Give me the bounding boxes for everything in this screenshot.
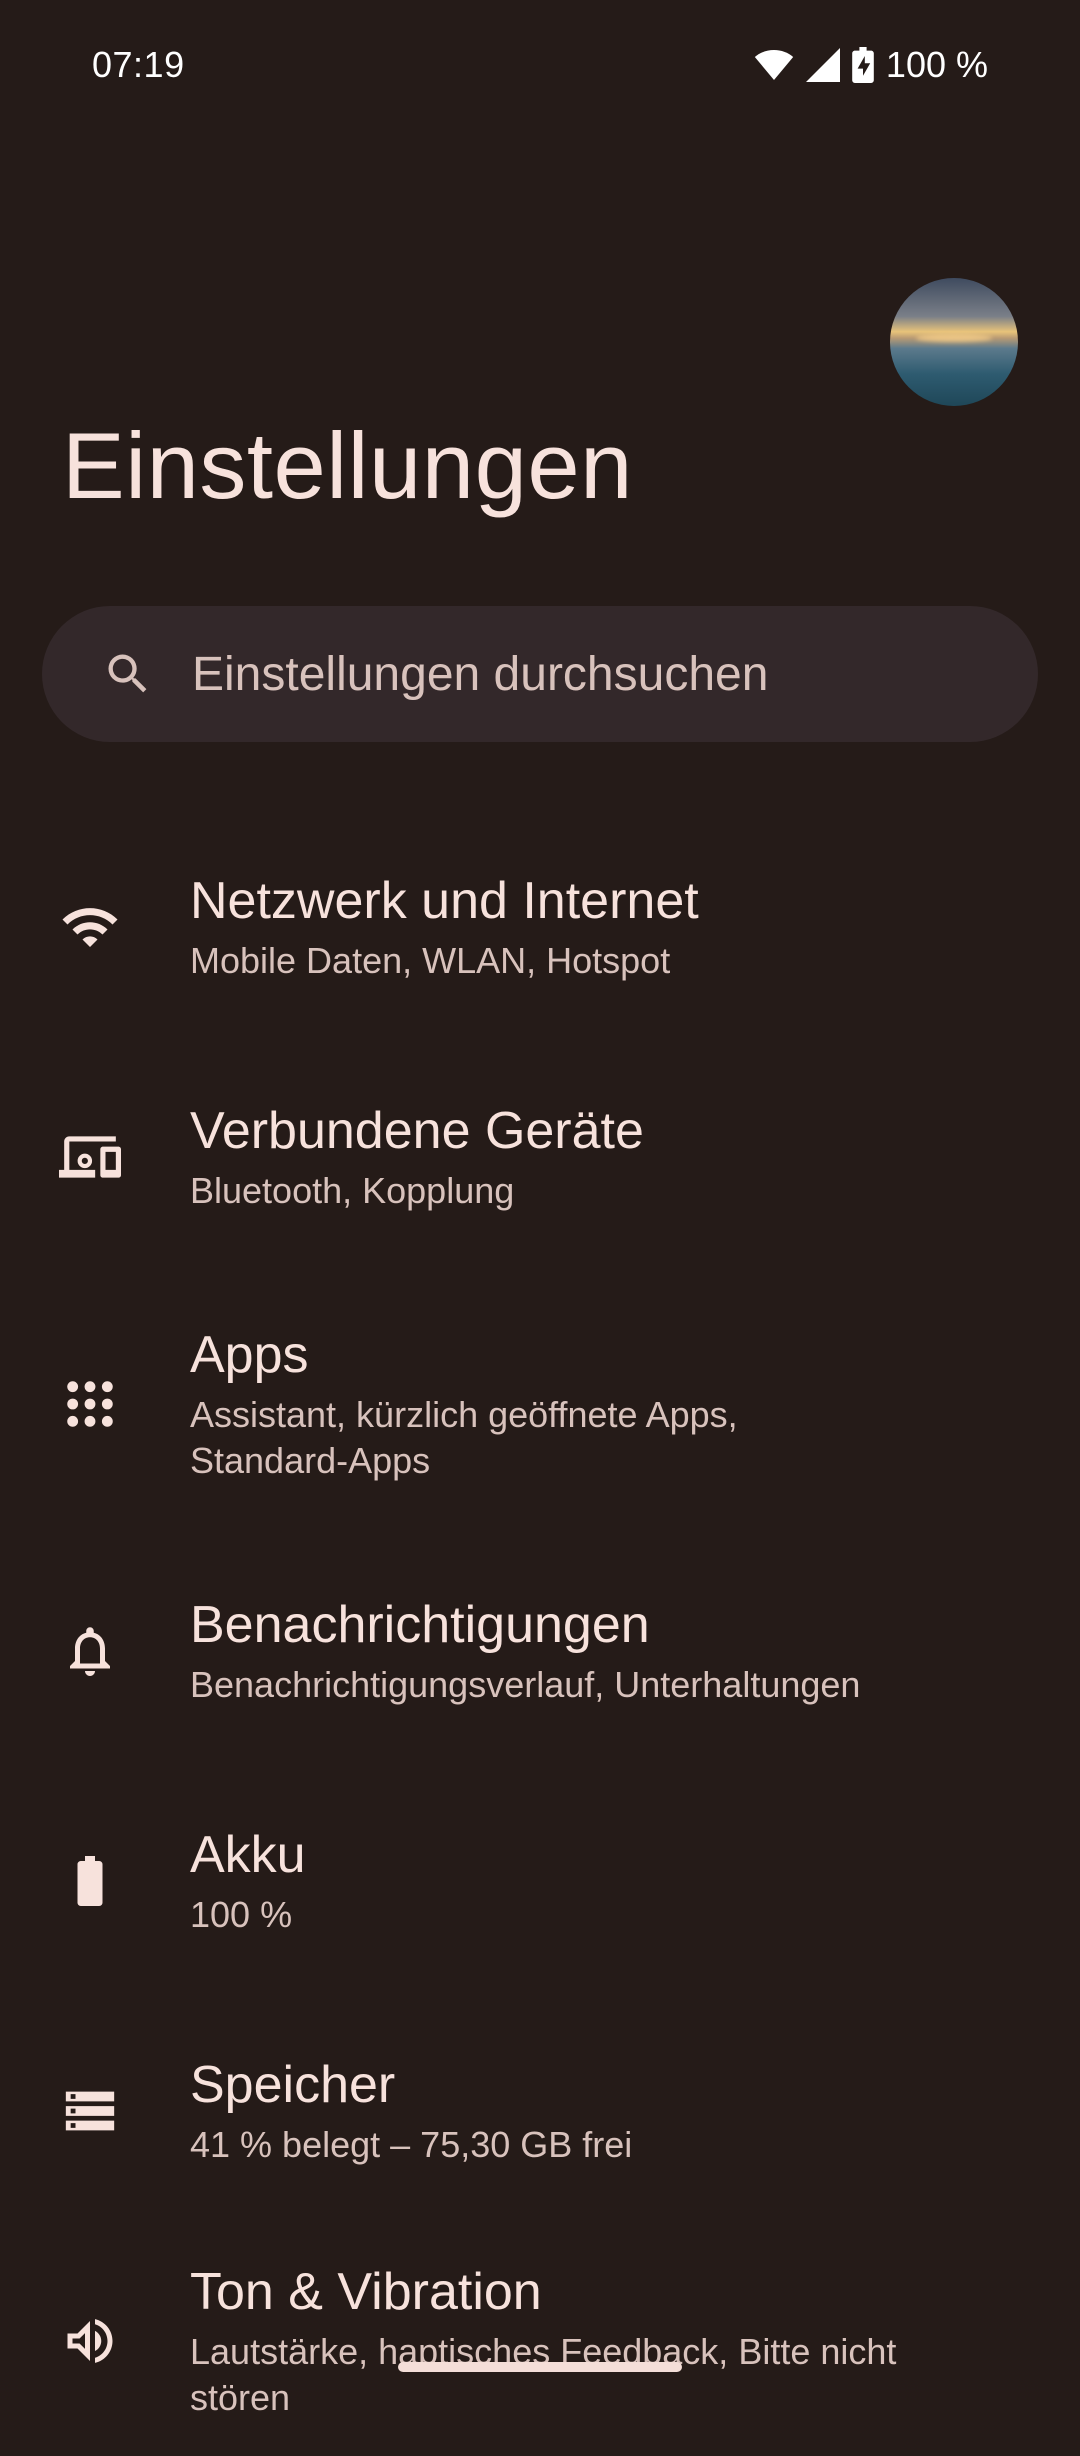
battery-icon bbox=[58, 1849, 122, 1913]
devices-icon bbox=[58, 1125, 122, 1189]
settings-item-network[interactable]: Netzwerk und Internet Mobile Daten, WLAN… bbox=[0, 812, 1080, 1042]
settings-item-title: Ton & Vibration bbox=[190, 2263, 542, 2321]
settings-item-subtitle: Mobile Daten, WLAN, Hotspot bbox=[190, 940, 671, 981]
settings-item-title: Verbundene Geräte bbox=[190, 1102, 644, 1160]
settings-item-battery[interactable]: Akku 100 % bbox=[0, 1766, 1080, 1996]
search-bar[interactable] bbox=[42, 606, 1038, 742]
volume-icon bbox=[58, 2309, 122, 2373]
settings-item-title: Benachrichtigungen bbox=[190, 1596, 650, 1654]
settings-item-title: Apps bbox=[190, 1326, 309, 1384]
settings-item-subtitle: Lautstärke, haptisches Feedback, Bitte n… bbox=[190, 2331, 897, 2418]
settings-item-sound[interactable]: Ton & Vibration Lautstärke, haptisches F… bbox=[0, 2226, 1080, 2456]
cell-signal-icon bbox=[805, 48, 840, 82]
wifi-icon bbox=[754, 48, 794, 82]
settings-item-title: Akku bbox=[190, 1826, 306, 1884]
settings-item-storage[interactable]: Speicher 41 % belegt – 75,30 GB frei bbox=[0, 1996, 1080, 2226]
settings-item-title: Speicher bbox=[190, 2056, 396, 2114]
battery-charging-icon bbox=[852, 47, 874, 83]
battery-percentage: 100 % bbox=[885, 44, 988, 85]
storage-icon bbox=[58, 2079, 122, 2143]
search-input[interactable] bbox=[190, 645, 994, 703]
status-time: 07:19 bbox=[92, 44, 185, 85]
settings-item-subtitle: Benachrichtigungsverlauf, Unterhaltungen bbox=[190, 1664, 861, 1705]
page-title: Einstellungen bbox=[62, 413, 633, 518]
bell-icon bbox=[58, 1619, 122, 1683]
settings-item-subtitle: 41 % belegt – 75,30 GB frei bbox=[190, 2124, 633, 2165]
settings-item-connected-devices[interactable]: Verbundene Geräte Bluetooth, Kopplung bbox=[0, 1042, 1080, 1272]
settings-list: Netzwerk und Internet Mobile Daten, WLAN… bbox=[0, 812, 1080, 2456]
gesture-navigation-handle[interactable] bbox=[398, 2362, 682, 2372]
status-icons: 100 % bbox=[754, 44, 988, 86]
avatar-image-highlight bbox=[915, 334, 993, 342]
status-bar: 07:19 100 % bbox=[0, 0, 1080, 132]
settings-item-subtitle: Bluetooth, Kopplung bbox=[190, 1170, 515, 1211]
search-icon bbox=[98, 644, 158, 704]
settings-item-subtitle: Assistant, kürzlich geöffnete Apps, Stan… bbox=[190, 1394, 738, 1481]
settings-item-notifications[interactable]: Benachrichtigungen Benachrichtigungsverl… bbox=[0, 1536, 1080, 1766]
settings-item-title: Netzwerk und Internet bbox=[190, 872, 699, 930]
settings-item-subtitle: 100 % bbox=[190, 1894, 293, 1935]
apps-grid-icon bbox=[58, 1372, 122, 1436]
settings-item-apps[interactable]: Apps Assistant, kürzlich geöffnete Apps,… bbox=[0, 1272, 1080, 1536]
wifi-icon bbox=[58, 895, 122, 959]
profile-avatar[interactable] bbox=[890, 278, 1018, 406]
